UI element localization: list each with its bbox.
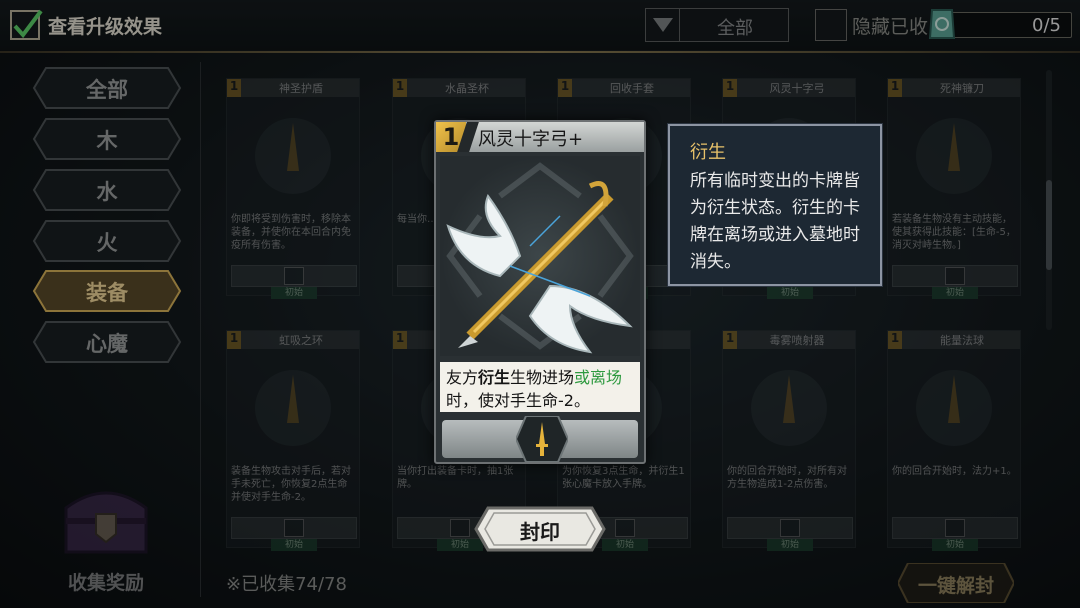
card-title: 风灵十字弓+ [478, 129, 584, 150]
desc-text-2: 生物进场 [510, 368, 575, 387]
desc-text-3: 时，使对手生命-2。 [446, 391, 590, 410]
card-footer [442, 416, 638, 462]
seal-label: 封印 [520, 520, 560, 544]
tooltip-title: 衍生 [690, 142, 726, 163]
derive-keyword[interactable]: 衍生 [478, 368, 510, 387]
equipment-dagger-icon [516, 416, 568, 462]
seal-button[interactable]: 封印 [474, 506, 606, 552]
desc-text-1: 友方 [446, 368, 479, 387]
keyword-tooltip: 衍生 所有临时变出的卡牌皆为衍生状态。衍生的卡牌在离场或进入墓地时消失。 [668, 124, 882, 286]
card-description: 友方衍生生物进场或离场时，使对手生命-2。 [440, 362, 640, 412]
crossbow-art [440, 156, 640, 356]
tooltip-body: 所有临时变出的卡牌皆为衍生状态。衍生的卡牌在离场或进入墓地时消失。 [690, 171, 860, 272]
card-detail: 1 风灵十字弓+ 友方衍生生物进场或离场时，使对手生命-2。 [434, 120, 646, 464]
crossbow-icon [446, 162, 634, 354]
collection-screen: { "header": { "view_upgrade_label": "查看升… [0, 0, 1080, 608]
upgrade-highlight: 或离场 [574, 368, 623, 387]
